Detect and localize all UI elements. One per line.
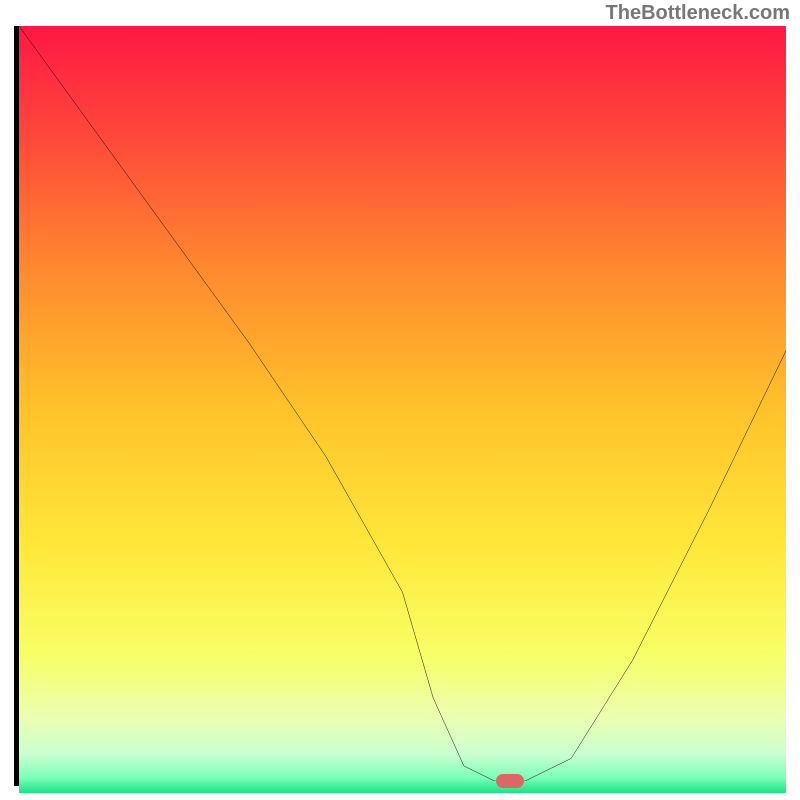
bottleneck-curve (19, 26, 786, 781)
site-watermark: TheBottleneck.com (606, 2, 790, 25)
plot-area (14, 26, 786, 786)
optimal-point-marker (496, 774, 524, 788)
